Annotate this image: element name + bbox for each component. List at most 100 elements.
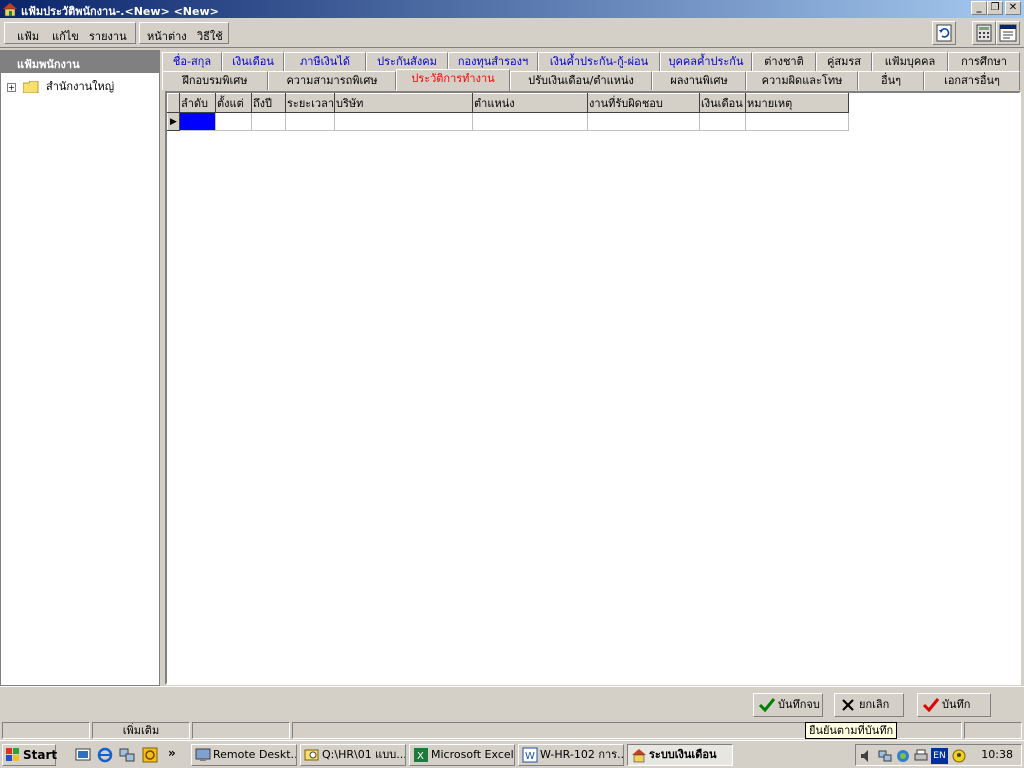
tab-special-performance[interactable]: ผลงานพิเศษ (652, 71, 746, 90)
refresh-button[interactable] (932, 21, 956, 45)
close-button[interactable]: ✕ (1005, 1, 1021, 15)
tab-foreigner[interactable]: ต่างชาติ (752, 52, 816, 71)
language-indicator[interactable]: EN (931, 748, 948, 764)
menu-bar: แฟ้ม แก้ไข รายงาน หน้าต่าง วิธีใช้ (0, 18, 1024, 48)
restore-button[interactable]: ❐ (987, 1, 1003, 15)
col-header-to-year[interactable]: ถึงปี (251, 93, 286, 113)
save-close-label: บันทึกจบ (778, 698, 820, 711)
messenger-icon[interactable] (951, 748, 967, 764)
word-icon: W (522, 747, 538, 763)
antivirus-icon[interactable] (895, 748, 911, 764)
tree-node-label: สำนักงานใหญ่ (46, 80, 115, 93)
form-icon (999, 24, 1017, 42)
cell-salary[interactable] (699, 112, 747, 131)
svg-text:W: W (525, 751, 535, 762)
menu-file[interactable]: แฟ้ม (17, 27, 39, 45)
save-button[interactable]: บันทึก (917, 693, 991, 717)
cell-remarks[interactable] (745, 112, 850, 131)
col-header-duration[interactable]: ระยะเวลา (284, 93, 336, 113)
tab-education[interactable]: การศึกษา (948, 52, 1020, 71)
menu-window[interactable]: หน้าต่าง (147, 27, 187, 45)
tab-special-training[interactable]: ฝึกอบรมพิเศษ (162, 71, 268, 90)
outlook-icon[interactable] (141, 746, 159, 764)
menu-report[interactable]: รายงาน (89, 27, 127, 45)
tree-node-head-office[interactable]: + สำนักงานใหญ่ (7, 77, 114, 93)
network-status-icon[interactable] (877, 748, 893, 764)
cancel-label: ยกเลิก (859, 698, 890, 711)
cancel-button[interactable]: ยกเลิก (834, 693, 904, 717)
col-header-responsibility[interactable]: งานที่รับผิดชอบ (587, 93, 701, 113)
menu-help[interactable]: วิธีใช้ (197, 27, 223, 45)
task-label: ระบบเงินเดือน (649, 748, 717, 761)
volume-icon[interactable] (859, 748, 875, 764)
windows-taskbar: Start » Remote Deskt... Q:\HR\01 แบบ... … (0, 740, 1024, 768)
quicklaunch-more-icon[interactable]: » (168, 746, 186, 764)
task-label: W-HR-102 การ... (540, 748, 624, 761)
minimize-button[interactable]: _ (971, 1, 987, 15)
tab-spouse[interactable]: คู่สมรส (816, 52, 872, 71)
tab-income-tax[interactable]: ภาษีเงินได้ (284, 52, 366, 71)
system-tray: EN 10:38 (855, 744, 1022, 766)
command-bar: บันทึกจบ ยกเลิก บันทึก (0, 686, 1024, 720)
task-excel[interactable]: X Microsoft Excel (409, 744, 515, 766)
col-header-salary[interactable]: เงินเดือน (699, 93, 747, 113)
cancel-x-icon (842, 699, 854, 711)
tab-personal-file[interactable]: แฟ้มบุคคล (872, 52, 948, 71)
tab-salary[interactable]: เงินเดือน (222, 52, 284, 71)
col-header-position[interactable]: ตำแหน่ง (472, 93, 589, 113)
task-word[interactable]: W W-HR-102 การ... (518, 744, 624, 766)
svg-text:X: X (417, 751, 424, 762)
tab-salary-adjustment[interactable]: ปรับเงินเดือน/ตำแหน่ง (510, 71, 652, 90)
red-checkmark-icon (922, 698, 940, 713)
checkmark-icon (758, 698, 776, 713)
app-house-icon (3, 3, 17, 17)
task-label: Q:\HR\01 แบบ... (322, 748, 406, 761)
status-mode: เพิ่มเติม (92, 722, 190, 739)
task-payroll-system[interactable]: ระบบเงินเดือน (627, 744, 733, 766)
calculator-icon (976, 24, 992, 42)
tree-expand-icon[interactable]: + (7, 82, 16, 92)
cell-duration[interactable] (285, 112, 336, 131)
task-file-explorer[interactable]: Q:\HR\01 แบบ... (300, 744, 406, 766)
row-indicator-icon: ▶ (167, 112, 180, 131)
network-icon[interactable] (118, 746, 136, 764)
task-remote-desktop[interactable]: Remote Deskt... (191, 744, 297, 766)
tab-row-2: ฝึกอบรมพิเศษ ความสามารถพิเศษ ประวัติการท… (162, 69, 1022, 91)
folder-icon (22, 81, 38, 93)
internet-explorer-icon[interactable] (96, 746, 114, 764)
tab-guarantee-loan[interactable]: เงินค้ำประกัน-กู้-ผ่อน (538, 52, 660, 71)
start-button[interactable]: Start (2, 744, 58, 766)
clock: 10:38 (981, 748, 1013, 761)
col-header-seq[interactable]: ลำดับ (179, 93, 216, 113)
save-label: บันทึก (942, 698, 971, 711)
cell-seq[interactable] (179, 112, 216, 131)
cell-to-year[interactable] (251, 112, 286, 131)
tab-special-skills[interactable]: ความสามารถพิเศษ (268, 71, 396, 90)
col-header-remarks[interactable]: หมายเหตุ (745, 93, 850, 113)
cell-position[interactable] (472, 112, 589, 131)
cell-responsibility[interactable] (587, 112, 701, 131)
col-header-company[interactable]: บริษัท (334, 93, 474, 113)
menu-edit[interactable]: แก้ไข (52, 27, 79, 45)
save-tooltip: ยืนยันตามที่บันทึก (805, 722, 898, 739)
tab-others[interactable]: อื่นๆ (858, 71, 924, 90)
printer-icon[interactable] (913, 748, 929, 764)
tab-work-history[interactable]: ประวัติการทำงาน (396, 69, 510, 91)
menu-group-window: หน้าต่าง วิธีใช้ (139, 22, 229, 44)
cell-company[interactable] (334, 112, 474, 131)
start-label: Start (23, 748, 58, 762)
save-close-button[interactable]: บันทึกจบ (753, 693, 823, 717)
tab-misconduct[interactable]: ความผิดและโทษ (746, 71, 858, 90)
tab-other-documents[interactable]: เอกสารอื่นๆ (924, 71, 1020, 90)
col-header-from[interactable]: ตั้งแต่ (215, 93, 252, 113)
status-cell-5 (964, 722, 1022, 739)
tab-name[interactable]: ชื่อ-สกุล (162, 52, 222, 71)
grid-header-row: ลำดับ ตั้งแต่ ถึงปี ระยะเวลา บริษัท ตำแห… (167, 93, 850, 113)
form-view-button[interactable] (996, 21, 1020, 45)
show-desktop-icon[interactable] (74, 746, 92, 764)
menu-group-main: แฟ้ม แก้ไข รายงาน (4, 22, 136, 44)
calculator-button[interactable] (972, 21, 996, 45)
tab-guarantor[interactable]: บุคคลค้ำประกัน (660, 52, 752, 71)
cell-from[interactable] (215, 112, 252, 131)
tree-panel-header: แฟ้มพนักงาน (1, 51, 159, 73)
